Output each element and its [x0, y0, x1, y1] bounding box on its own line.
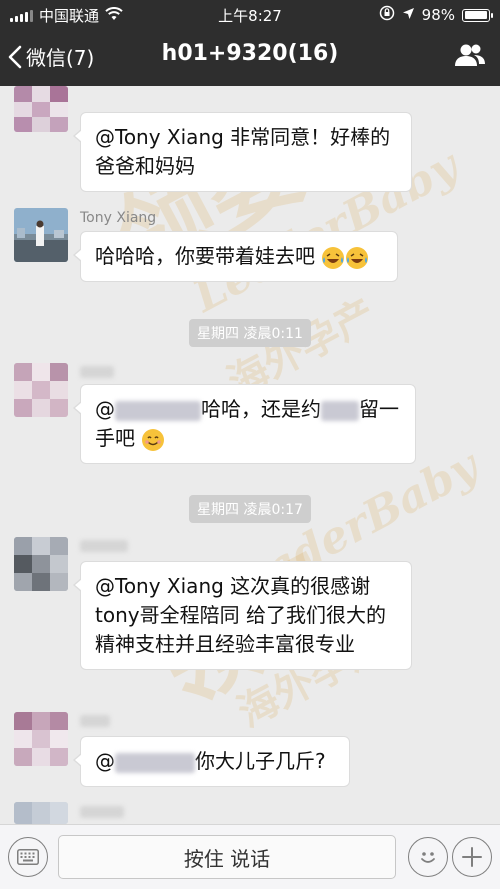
- crying-laughing-emoji-icon: [345, 246, 369, 270]
- avatar[interactable]: [14, 712, 68, 766]
- keyboard-button[interactable]: [8, 837, 48, 877]
- message-text: @: [95, 749, 115, 773]
- avatar[interactable]: [14, 537, 68, 591]
- message-text: @Tony Xiang 这次真的很感谢tony哥全程陪同 给了我们很大的精神支柱…: [95, 574, 386, 656]
- back-button[interactable]: 微信(7): [8, 42, 94, 71]
- nav-bar: 微信(7) h01+9320(16): [0, 28, 500, 86]
- more-button[interactable]: [452, 837, 492, 877]
- status-right: 98%: [379, 5, 493, 25]
- message-bubble[interactable]: @ 你大儿子几斤?: [73, 736, 350, 787]
- chat-area[interactable]: 领婴 LeaderBaby 海外孕产 领婴 LeaderBaby 海外孕产 @T…: [0, 86, 500, 824]
- input-bar: 按住 说话: [0, 824, 500, 889]
- message-bubble[interactable]: 哈哈哈，你要带着娃去吧: [73, 231, 398, 282]
- redacted-name: [115, 400, 201, 421]
- message-bubble[interactable]: @Tony Xiang 这次真的很感谢tony哥全程陪同 给了我们很大的精神支柱…: [73, 561, 412, 670]
- hold-to-talk-button[interactable]: 按住 说话: [58, 835, 396, 879]
- redacted-name: [115, 752, 195, 773]
- sender-name: [80, 713, 110, 729]
- avatar[interactable]: [14, 86, 68, 132]
- timestamp-label: 星期四 凌晨0:11: [189, 319, 311, 347]
- sender-name: [80, 804, 124, 820]
- group-members-button[interactable]: [454, 42, 486, 72]
- sender-name: Tony Xiang: [80, 210, 157, 226]
- keyboard-icon: [17, 849, 39, 865]
- redacted-name: [321, 400, 359, 421]
- emoji-button[interactable]: [408, 837, 448, 877]
- back-label: 微信(7): [26, 46, 95, 70]
- timestamp: 星期四 凌晨0:17: [0, 495, 500, 523]
- status-bar: 中国联通 上午8:27 98%: [0, 0, 500, 28]
- message-bubble[interactable]: @ 哈哈，还是约 留一手吧: [73, 384, 416, 464]
- orientation-lock-icon: [379, 5, 395, 25]
- message-text: 哈哈，还是约: [201, 397, 321, 421]
- avatar[interactable]: [14, 208, 68, 262]
- group-icon: [455, 44, 485, 66]
- avatar[interactable]: [14, 802, 68, 824]
- avatar[interactable]: [14, 363, 68, 417]
- timestamp-label: 星期四 凌晨0:17: [189, 495, 311, 523]
- smile-emoji-icon: [141, 428, 165, 452]
- battery-percent: 98%: [421, 6, 455, 24]
- message-text: 哈哈哈，你要带着娃去吧: [95, 244, 315, 268]
- message-text: @Tony Xiang 非常同意！好棒的爸爸和妈妈: [95, 125, 391, 178]
- message-bubble[interactable]: @Tony Xiang 非常同意！好棒的爸爸和妈妈: [73, 112, 412, 192]
- sender-name: [80, 364, 114, 380]
- sender-name: [80, 538, 128, 554]
- plus-icon: [462, 847, 482, 867]
- timestamp: 星期四 凌晨0:11: [0, 319, 500, 347]
- chevron-left-icon: [8, 45, 22, 68]
- message-text: @: [95, 397, 115, 421]
- message-text: 你大儿子几斤?: [195, 749, 326, 773]
- hold-to-talk-label: 按住 说话: [183, 846, 271, 871]
- battery-icon: [462, 8, 493, 22]
- emoji-icon: [421, 852, 435, 863]
- crying-laughing-emoji-icon: [321, 246, 345, 270]
- location-icon: [402, 6, 415, 24]
